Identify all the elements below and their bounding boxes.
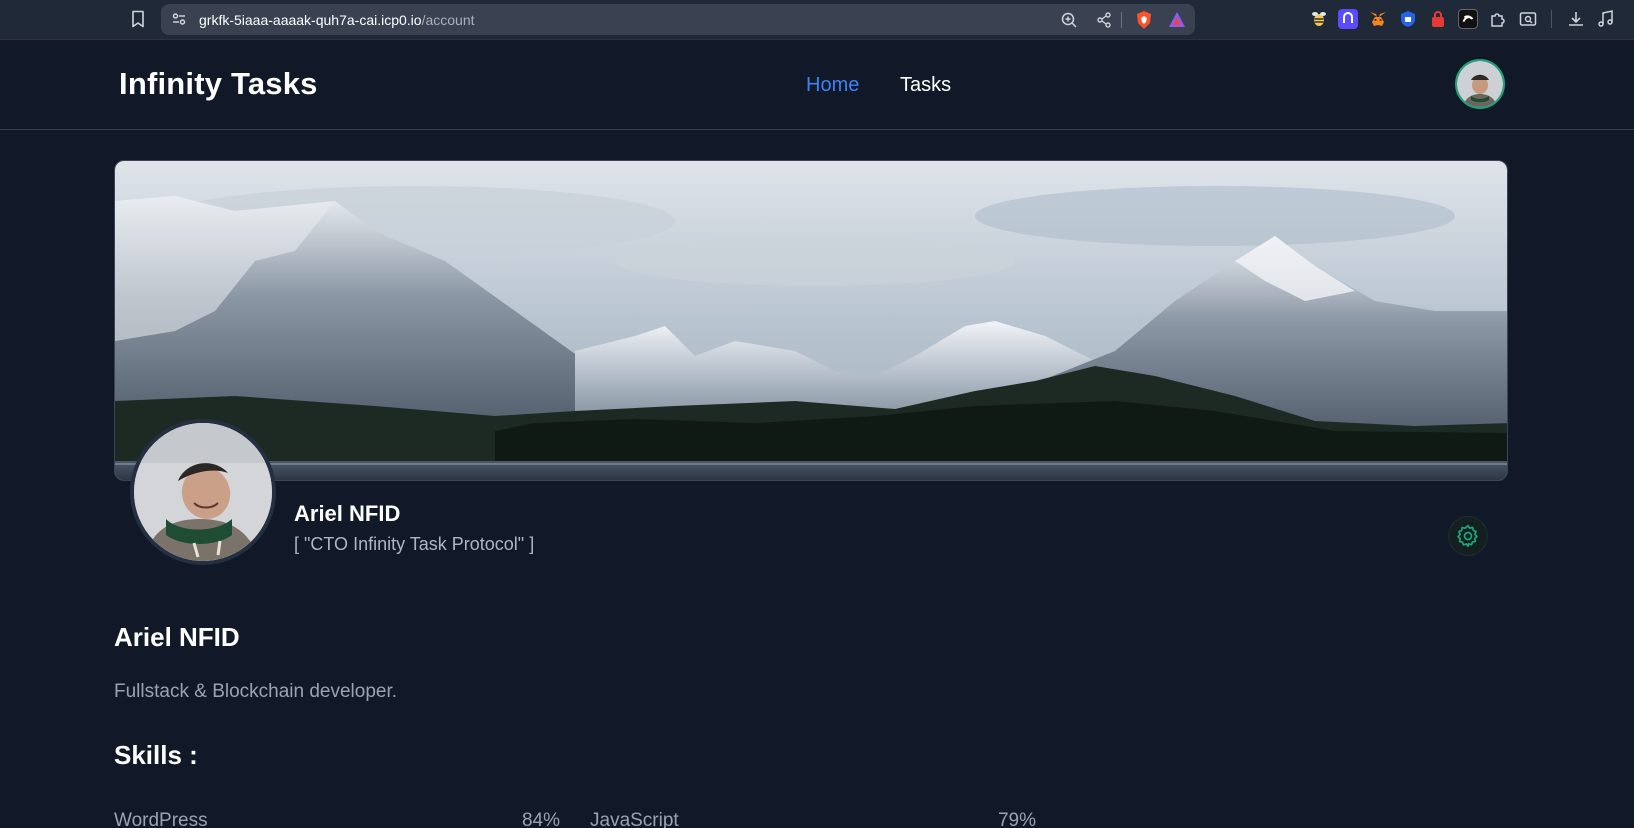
settings-button[interactable] (1448, 516, 1488, 556)
brand-logo[interactable]: Infinity Tasks (119, 66, 318, 102)
dark-app-icon[interactable] (1458, 9, 1478, 29)
toolbar-separator (1551, 10, 1552, 28)
screen-search-icon[interactable] (1518, 9, 1538, 29)
header-avatar[interactable] (1455, 59, 1505, 109)
skill-percent: 84% (521, 810, 560, 828)
site-settings-icon[interactable] (171, 11, 187, 27)
bio-text: Fullstack & Blockchain developer. (114, 681, 398, 702)
skill-label: WordPress (114, 810, 208, 828)
profile-banner (114, 160, 1508, 481)
url-text[interactable]: grkfk-5iaaa-aaaak-quh7a-cai.icp0.io/acco… (199, 12, 475, 28)
address-bar[interactable]: grkfk-5iaaa-aaaak-quh7a-cai.icp0.io/acco… (161, 4, 1195, 35)
skill-percent: 79% (997, 810, 1036, 828)
metamask-fox-icon[interactable] (1368, 9, 1388, 29)
app-header: Infinity Tasks Home Tasks (0, 40, 1634, 130)
url-separator (1121, 12, 1122, 28)
profile-name: Ariel NFID (294, 501, 401, 526)
bee-icon[interactable] (1309, 9, 1329, 29)
profile-title: [ "CTO Infinity Task Protocol" ] (294, 534, 535, 554)
shield-icon[interactable] (1398, 9, 1418, 29)
url-host: grkfk-5iaaa-aaaak-quh7a-cai.icp0.io (199, 12, 422, 28)
url-path: /account (421, 12, 475, 28)
gear-icon (1457, 524, 1478, 548)
skills-heading: Skills : (114, 740, 198, 770)
nav-home-link[interactable]: Home (806, 74, 859, 97)
share-icon[interactable] (1095, 11, 1113, 29)
browser-toolbar: grkfk-5iaaa-aaaak-quh7a-cai.icp0.io/acco… (0, 0, 1634, 40)
purple-app-icon[interactable] (1338, 9, 1358, 29)
download-icon[interactable] (1566, 9, 1586, 29)
profile-avatar[interactable] (130, 419, 276, 565)
nav-tasks-link[interactable]: Tasks (900, 74, 951, 97)
skill-item: JavaScript 79% (590, 810, 1036, 828)
red-lock-icon[interactable] (1428, 9, 1448, 29)
zoom-icon[interactable] (1060, 11, 1078, 29)
skill-item: WordPress 84% (114, 810, 560, 828)
media-icon[interactable] (1596, 9, 1616, 29)
brave-rewards-icon[interactable] (1167, 10, 1187, 30)
brave-shield-icon[interactable] (1134, 10, 1154, 30)
about-name-heading: Ariel NFID (114, 622, 240, 652)
puzzle-icon[interactable] (1488, 9, 1508, 29)
bookmark-icon[interactable] (128, 9, 148, 29)
skill-label: JavaScript (590, 810, 679, 828)
